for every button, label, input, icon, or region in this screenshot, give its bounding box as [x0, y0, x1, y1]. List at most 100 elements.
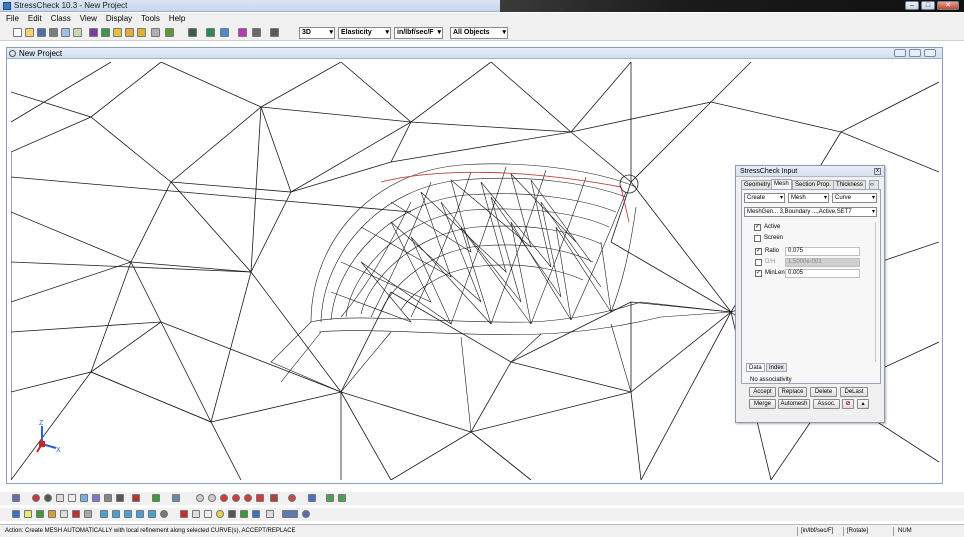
project-close-button[interactable] [924, 49, 936, 57]
redo-view-icon[interactable] [208, 494, 216, 502]
paint-icon[interactable] [132, 494, 140, 502]
copy-icon[interactable] [61, 28, 70, 37]
action-select[interactable]: Create [744, 193, 785, 203]
ratio-field[interactable]: 0.075 [785, 247, 860, 256]
element-icon[interactable] [72, 510, 80, 518]
shell-icon[interactable] [124, 510, 132, 518]
automesh-button[interactable]: Automesh [778, 399, 810, 409]
body-icon[interactable] [48, 510, 56, 518]
accept-button[interactable]: Accept [749, 387, 776, 397]
open-folder-icon[interactable] [25, 28, 34, 37]
minlen-checkbox[interactable]: ✓ [755, 270, 762, 277]
line-icon[interactable] [24, 510, 32, 518]
angle-icon[interactable] [204, 510, 212, 518]
measure-icon[interactable] [206, 28, 215, 37]
axes-icon[interactable] [12, 494, 20, 502]
units-select[interactable]: in/lbf/sec/F [394, 27, 443, 39]
constraint-icon[interactable] [137, 28, 146, 37]
plot-icon[interactable] [220, 28, 229, 37]
square-icon[interactable] [192, 510, 200, 518]
menu-view[interactable]: View [80, 13, 97, 25]
tree-icon[interactable] [252, 510, 260, 518]
paste-icon[interactable] [73, 28, 82, 37]
panel-scrollbar[interactable] [875, 222, 881, 362]
extract-icon[interactable] [188, 28, 197, 37]
select-icon[interactable] [56, 494, 64, 502]
settings-icon[interactable] [252, 28, 261, 37]
zoom-icon[interactable] [80, 494, 88, 502]
frame-icon[interactable] [228, 510, 236, 518]
stop-icon[interactable]: ⊘ [842, 399, 854, 409]
camera-icon[interactable] [270, 28, 279, 37]
orbit-icon[interactable] [44, 494, 52, 502]
screen-checkbox[interactable] [754, 235, 761, 242]
face-icon[interactable] [100, 510, 108, 518]
display-icon[interactable] [308, 494, 316, 502]
target-icon[interactable] [32, 494, 40, 502]
menu-display[interactable]: Display [106, 13, 132, 25]
hide-icon-2[interactable] [232, 494, 240, 502]
point-icon[interactable] [12, 510, 20, 518]
merge-button[interactable]: Merge [749, 399, 776, 409]
hide-icon-1[interactable] [220, 494, 228, 502]
replace-button[interactable]: Replace [778, 387, 807, 397]
fit-icon[interactable] [104, 494, 112, 502]
text-icon[interactable] [266, 510, 274, 518]
tab-scroll-arrows[interactable]: ‹› [869, 180, 879, 189]
grid-icon[interactable] [326, 494, 334, 502]
dh-checkbox[interactable] [755, 259, 762, 266]
globe-icon[interactable] [302, 510, 310, 518]
csys-icon[interactable] [240, 510, 248, 518]
light-bulb-icon[interactable] [216, 510, 224, 518]
view-mode-select[interactable]: 3D [299, 27, 335, 39]
tab-geometry[interactable]: Geometry [741, 180, 774, 189]
sphere-icon[interactable] [160, 510, 168, 518]
model-icon[interactable] [89, 28, 98, 37]
hide-icon-3[interactable] [244, 494, 252, 502]
collapse-arrow-icon[interactable]: ▴ [857, 399, 869, 409]
save-icon[interactable] [37, 28, 46, 37]
delast-button[interactable]: DeLast [840, 387, 868, 397]
mesh-toggle-icon[interactable] [136, 510, 144, 518]
rotate-icon[interactable] [116, 494, 124, 502]
boundary-icon[interactable] [148, 510, 156, 518]
marker-icon[interactable] [288, 494, 296, 502]
project-minimize-button[interactable] [894, 49, 906, 57]
method-select[interactable]: Curve [832, 193, 877, 203]
tab-thickness[interactable]: Thickness [833, 180, 867, 189]
assoc-button[interactable]: Assoc. [813, 399, 840, 409]
color-icon[interactable] [152, 494, 160, 502]
tab-mesh[interactable]: Mesh [771, 179, 792, 189]
panel-close-icon[interactable]: x [874, 168, 881, 175]
report-icon[interactable] [238, 28, 247, 37]
project-restore-button[interactable] [909, 49, 921, 57]
tab-section-prop[interactable]: Section Prop. [792, 180, 835, 189]
pan-icon[interactable] [68, 494, 76, 502]
material-icon[interactable] [113, 28, 122, 37]
filter-icon[interactable] [270, 494, 278, 502]
solid-icon[interactable] [112, 510, 120, 518]
zoom-window-icon[interactable] [92, 494, 100, 502]
subtab-data[interactable]: Data [746, 363, 765, 372]
maximize-button[interactable]: □ [921, 1, 935, 10]
solve-icon[interactable] [151, 28, 160, 37]
delete-button[interactable]: Delete [810, 387, 837, 397]
subtab-index[interactable]: Index [766, 363, 787, 372]
hide-icon-4[interactable] [256, 494, 264, 502]
new-file-icon[interactable] [13, 28, 22, 37]
surface-icon[interactable] [36, 510, 44, 518]
record-select[interactable]: MeshGen... 3,Boundary ...,Active,SET7 [744, 207, 877, 217]
close-button[interactable]: ✕ [937, 1, 959, 10]
analysis-select[interactable]: Elasticity [338, 27, 391, 39]
edge-icon[interactable] [84, 510, 92, 518]
minlen-field[interactable]: 0.005 [785, 269, 860, 278]
menu-tools[interactable]: Tools [141, 13, 160, 25]
objects-select[interactable]: All Objects [450, 27, 508, 39]
undo-view-icon[interactable] [196, 494, 204, 502]
load-icon[interactable] [125, 28, 134, 37]
menu-edit[interactable]: Edit [28, 13, 42, 25]
results-icon[interactable] [165, 28, 174, 37]
layer-icon[interactable] [282, 510, 298, 518]
snap-icon[interactable] [338, 494, 346, 502]
menu-class[interactable]: Class [51, 13, 71, 25]
